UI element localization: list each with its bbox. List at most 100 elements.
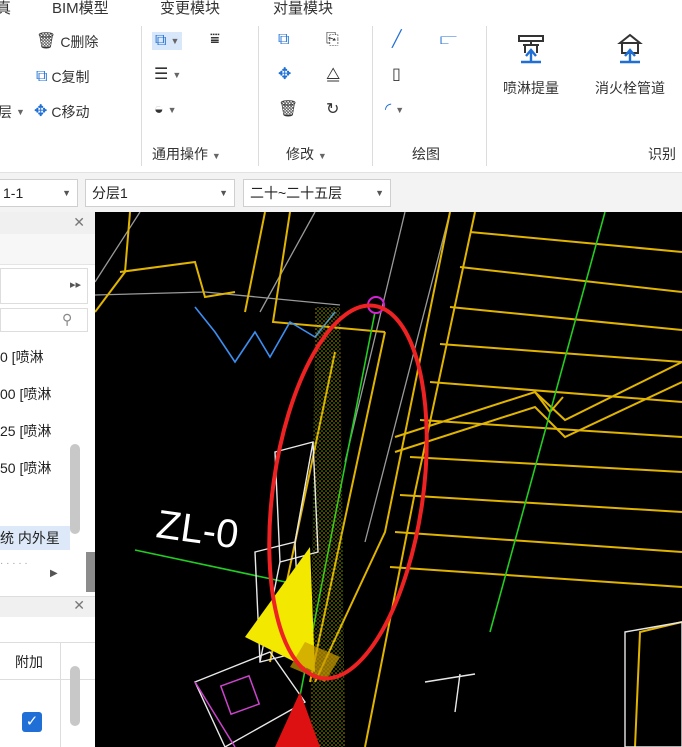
move-icon: ✥ (278, 66, 292, 83)
move-tool-button[interactable]: ✥ (278, 67, 291, 83)
tab-change-module[interactable]: 变更模块 (160, 0, 220, 18)
expand-arrows-icon[interactable]: ▸▸ (70, 278, 81, 291)
point-icon: ▯ (392, 66, 401, 83)
chevron-down-icon: ▼ (62, 188, 71, 198)
rotate-button[interactable]: ↻ (326, 102, 339, 118)
property-icon: ☰ (154, 66, 169, 83)
layer-select[interactable]: 分层1 ▼ (85, 179, 235, 207)
delete-label: C删除 (60, 34, 99, 50)
floor-selector-bar: 1-1 ▼ 分层1 ▼ 二十~二十五层 ▼ (0, 172, 682, 213)
trash-icon: 🗑 (36, 33, 57, 50)
ribbon-toolbar: 层 ▼ 🗑 C删除 ⧉ C复制 ✥ C移动 ⧉ ▼ ⩸ ☰ ▼ ◒ ▼ 通用操作 ▼ … (0, 20, 682, 172)
checkbox-checked[interactable]: ✓ (22, 712, 42, 732)
white-equipment-lines (194, 441, 682, 747)
group-label: 修改 (286, 146, 314, 162)
close-icon[interactable]: ✕ (73, 214, 85, 231)
col-header-extra: 附加 (15, 654, 43, 670)
copy-button[interactable]: ⧉ C复制 (36, 67, 90, 87)
group-modify[interactable]: 修改 ▼ (286, 144, 327, 164)
menu-tab-strip: 真 BIM模型 变更模块 对量模块 (0, 0, 682, 20)
line-icon: ╱ (392, 31, 402, 48)
search-icon[interactable]: ⚲ (62, 311, 72, 328)
mirror-icon: ⧋ (326, 66, 341, 83)
layer-value: 分层1 (92, 185, 128, 201)
group-identify: 识别 (648, 146, 676, 162)
scrollbar-thumb[interactable] (70, 444, 80, 534)
point-tool-button[interactable]: ▯ (392, 67, 401, 83)
tee-symbol (424, 673, 476, 713)
select-mode-button[interactable]: ⧉ ▼ (152, 32, 183, 50)
arc-icon: ◜ (385, 101, 392, 118)
view-button[interactable]: ◒ ▼ (154, 102, 177, 118)
chevron-down-icon: ▼ (395, 105, 405, 115)
drawing-svg: ZL-0 (95, 212, 682, 747)
magenta-line (194, 681, 236, 747)
chevron-down-icon: ▼ (211, 151, 221, 161)
tab-bim-model[interactable]: BIM模型 (52, 0, 109, 18)
sprinkler-icon (518, 35, 544, 64)
delete-tool-button[interactable]: 🗑 (278, 102, 298, 118)
group-label: 通用操作 (152, 146, 208, 162)
trash-icon: 🗑 (278, 101, 299, 118)
hydrant-icon (617, 33, 643, 64)
hatch-column (310, 307, 345, 747)
magenta-box (219, 674, 261, 716)
scroll-right-icon[interactable]: ▶ (50, 568, 58, 579)
duplicate-button[interactable]: ⧉ (278, 32, 289, 48)
tab-quantity-module[interactable]: 对量模块 (273, 0, 333, 18)
chevron-down-icon: ▼ (16, 107, 25, 117)
arc-tool-button[interactable]: ◜ ▼ (385, 102, 404, 118)
wall-tool-button[interactable]: ⫍ (440, 32, 457, 48)
divider (60, 642, 61, 747)
chevron-down-icon: ▼ (167, 105, 177, 115)
divider (258, 26, 259, 166)
splitter-handle[interactable] (86, 552, 95, 592)
floor-ref-value: 1-1 (3, 185, 24, 201)
move-label: C移动 (51, 104, 90, 120)
move-icon: ✥ (34, 103, 48, 120)
chevron-down-icon: ▼ (219, 188, 228, 198)
group-general-ops[interactable]: 通用操作 ▼ (152, 144, 221, 164)
cad-drawing-canvas[interactable]: ZL-0 (95, 212, 682, 747)
list-item[interactable]: 00 [喷淋 (0, 384, 51, 404)
left-panel: ✕ ▸▸ ⚲ 0 [喷淋 00 [喷淋 25 [喷淋 50 [喷淋 统 内外星 … (0, 212, 95, 747)
list-item[interactable]: 50 [喷淋 (0, 458, 51, 478)
floor-ref-select[interactable]: 1-1 ▼ (0, 179, 78, 207)
hydrant-pipe-button[interactable]: 消火栓管道 (595, 32, 665, 98)
column-label-text: ZL-0 (154, 502, 242, 557)
scrollbar-thumb[interactable] (70, 666, 80, 726)
hydrant-pipe-label: 消火栓管道 (595, 80, 665, 96)
list-item[interactable]: 25 [喷淋 (0, 421, 51, 441)
tab-truncated[interactable]: 真 (0, 0, 11, 18)
chevron-down-icon: ▼ (317, 151, 327, 161)
list-item[interactable]: 0 [喷淋 (0, 347, 44, 367)
divider (486, 26, 487, 166)
sprinkler-extract-label: 喷淋提量 (503, 80, 559, 96)
copy-icon: ⧉ (36, 68, 48, 85)
line-tool-button[interactable]: ╱ (392, 32, 402, 48)
document-icon: ⎘ (326, 31, 339, 48)
panel-toolbar (0, 234, 95, 265)
layer-dropdown-partial[interactable]: 层 ▼ (0, 102, 25, 122)
select-icon: ⧉ (155, 32, 167, 49)
mirror-button[interactable]: ⧋ (326, 67, 340, 83)
list-item-cut: · · · · · (0, 558, 28, 569)
delete-button[interactable]: 🗑 C删除 (36, 32, 98, 52)
property-button[interactable]: ☰ ▼ (154, 67, 181, 83)
rotate-copy-button[interactable]: ⎘ (326, 32, 339, 48)
move-button[interactable]: ✥ C移动 (34, 102, 90, 122)
layer-label: 层 (0, 104, 12, 120)
sprinkler-extract-button[interactable]: 喷淋提量 (503, 32, 559, 98)
chevron-down-icon: ▼ (170, 36, 180, 46)
search-input[interactable] (0, 308, 88, 332)
close-icon[interactable]: ✕ (73, 597, 85, 614)
floor-range-select[interactable]: 二十~二十五层 ▼ (243, 179, 391, 207)
wall-icon: ⫍ (440, 31, 458, 48)
list-item-highlight[interactable]: 统 内外星 (0, 526, 70, 550)
batch-select-button[interactable]: ⩸ (210, 32, 220, 48)
group-draw: 绘图 (412, 146, 440, 162)
copy-label: C复制 (51, 69, 90, 85)
divider (141, 26, 142, 166)
rotate-icon: ↻ (326, 101, 340, 118)
duplicate-icon: ⧉ (278, 31, 290, 48)
